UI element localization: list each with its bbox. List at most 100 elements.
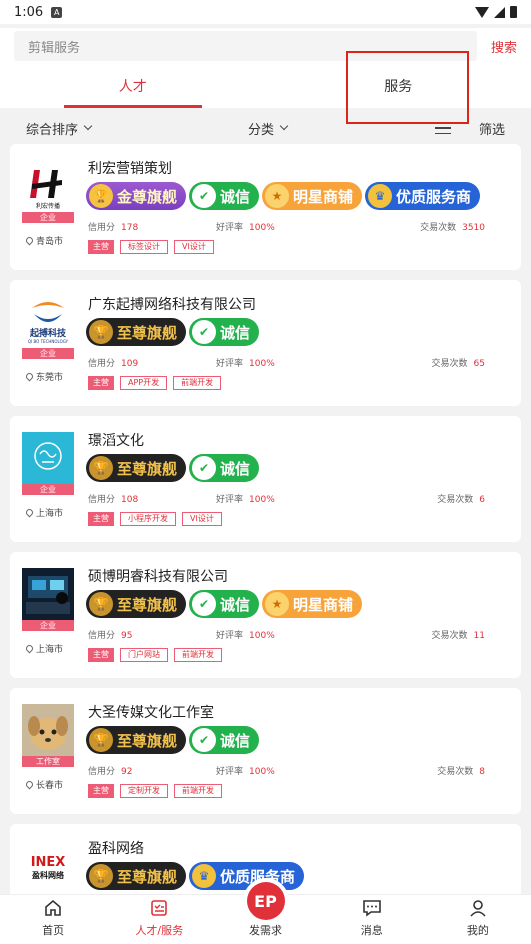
- chengxin-badge: ✔ 诚信: [189, 590, 260, 618]
- user-icon: [468, 898, 488, 918]
- sort-dropdown[interactable]: 综合排序: [26, 119, 93, 138]
- trophy-icon: 🏆: [89, 320, 113, 344]
- wifi-icon: [475, 6, 489, 18]
- skill-tag: 前端开发: [173, 376, 222, 390]
- checklist-icon: [149, 898, 169, 918]
- talent-card[interactable]: 利宏传播 企业 青岛市 利宏营销策划 🏆 金尊旗舰 ✔ 诚信 ★ 明星商铺 ♛ 优质服务…: [10, 144, 521, 270]
- filter-button[interactable]: 筛选: [479, 119, 505, 138]
- company-name: 盈科网络: [88, 841, 144, 857]
- company-name: 广东起搏网络科技有限公司: [88, 297, 256, 313]
- list-view-icon[interactable]: [434, 122, 451, 134]
- mingxing-badge: ★ 明星商铺: [262, 590, 363, 618]
- city-label: 长春市: [24, 778, 63, 791]
- location-icon: [24, 371, 35, 382]
- type-tag: 企业: [22, 484, 74, 495]
- nav-profile-label: 我的: [466, 924, 489, 937]
- svg-text:QI BO TECHNOLOGY: QI BO TECHNOLOGY: [28, 339, 69, 344]
- nav-messages[interactable]: 消息: [319, 895, 425, 944]
- skill-tag: VI设计: [182, 512, 222, 526]
- nav-profile[interactable]: 我的: [425, 895, 531, 944]
- company-name: 硕博明睿科技有限公司: [88, 569, 228, 585]
- nav-talent-service[interactable]: 人才/服务: [106, 895, 212, 944]
- status-bar: 1:06 A: [0, 0, 531, 24]
- search-bar: 剪辑服务 搜索: [0, 28, 531, 64]
- location-icon: [24, 507, 35, 518]
- nav-home[interactable]: 首页: [0, 895, 106, 944]
- city-label: 东莞市: [24, 370, 63, 383]
- svg-text:INEX: INEX: [31, 855, 66, 870]
- type-tag: 企业: [22, 212, 74, 223]
- bottom-nav: 首页 人才/服务 EP 发需求 消息 我的: [0, 882, 531, 944]
- trophy-icon: 🏆: [89, 592, 113, 616]
- jinzun-badge: 🏆 金尊旗舰: [86, 182, 187, 210]
- battery-icon: [510, 6, 517, 18]
- company-logo: 利宏传播: [22, 160, 74, 212]
- trophy-icon: 🏆: [89, 728, 113, 752]
- talent-card[interactable]: 企业 上海市 璟滔文化 🏆 至尊旗舰 ✔ 诚信 信用分 108 好评率 100% 交易次…: [10, 416, 521, 542]
- youzhi-badge: ♛ 优质服务商: [189, 862, 305, 890]
- signal-icon: [494, 6, 505, 18]
- nav-messages-label: 消息: [360, 924, 383, 937]
- type-tag: 企业: [22, 620, 74, 631]
- svg-text:盈科网络: 盈科网络: [31, 870, 64, 880]
- skill-tag: 前端开发: [174, 784, 222, 798]
- svg-text:利宏传播: 利宏传播: [36, 202, 60, 210]
- ep-logo-icon: EP: [246, 882, 285, 920]
- filter-bar: 综合排序 分类 筛选: [0, 108, 531, 148]
- search-button[interactable]: 搜索: [491, 37, 517, 56]
- tag-row: 主营 定制开发 前端开发: [88, 784, 222, 798]
- skill-tag: 门户网站: [120, 648, 168, 662]
- type-tag: 企业: [22, 348, 74, 359]
- shield-check-icon: ✔: [192, 728, 217, 752]
- category-dropdown[interactable]: 分类: [248, 119, 289, 138]
- skill-tag: APP开发: [120, 376, 168, 390]
- company-logo: 起搏科技 QI BO TECHNOLOGY: [22, 296, 74, 348]
- company-logo: [22, 704, 74, 756]
- location-icon: [24, 235, 35, 246]
- tag-row: 主营 APP开发 前端开发: [88, 376, 222, 390]
- tag-row: 主营 小程序开发 VI设计: [88, 512, 222, 526]
- company-logo: [22, 568, 74, 620]
- nav-home-label: 首页: [42, 924, 65, 937]
- tag-row: 主营 标签设计 VI设计: [88, 240, 214, 254]
- type-tag: 工作室: [22, 756, 74, 767]
- talent-card[interactable]: 企业 上海市 硕博明睿科技有限公司 🏆 至尊旗舰 ✔ 诚信 ★ 明星商铺 信用分 95 …: [10, 552, 521, 678]
- talent-card[interactable]: 起搏科技 QI BO TECHNOLOGY 企业 东莞市 广东起搏网络科技有限公…: [10, 280, 521, 406]
- badge-row: 🏆 至尊旗舰 ✔ 诚信: [86, 454, 260, 482]
- location-icon: [24, 779, 35, 790]
- company-logo: [22, 432, 74, 484]
- trophy-icon: 🏆: [89, 864, 113, 888]
- main-tag: 主营: [88, 648, 114, 662]
- talent-card[interactable]: 工作室 长春市 大圣传媒文化工作室 🏆 至尊旗舰 ✔ 诚信 信用分 92 好评率 100…: [10, 688, 521, 814]
- search-input[interactable]: 剪辑服务: [14, 31, 477, 61]
- zhizun-badge: 🏆 至尊旗舰: [86, 862, 187, 890]
- stats-row: 信用分 95 好评率 100% 交易次数 11: [88, 631, 485, 641]
- main-tag: 主营: [88, 784, 114, 798]
- shield-check-icon: ✔: [192, 184, 217, 208]
- zhizun-badge: 🏆 至尊旗舰: [86, 590, 187, 618]
- svg-text:起搏科技: 起搏科技: [29, 327, 67, 339]
- company-name: 璟滔文化: [88, 433, 144, 449]
- shield-check-icon: ✔: [192, 320, 217, 344]
- category-label: 分类: [248, 122, 275, 138]
- badge-row: 🏆 金尊旗舰 ✔ 诚信 ★ 明星商铺 ♛ 优质服务商: [86, 182, 481, 210]
- tab-bar: 人才 服务: [0, 64, 531, 108]
- badge-row: 🏆 至尊旗舰 ✔ 诚信: [86, 318, 260, 346]
- nav-post-demand[interactable]: EP 发需求: [212, 882, 318, 944]
- chengxin-badge: ✔ 诚信: [189, 454, 260, 482]
- star-icon: ★: [265, 592, 290, 616]
- tab-service[interactable]: 服务: [266, 64, 531, 108]
- skill-tag: 标签设计: [120, 240, 168, 254]
- company-logo: INEX 盈科网络: [22, 840, 74, 892]
- zhizun-badge: 🏆 至尊旗舰: [86, 726, 187, 754]
- skill-tag: VI设计: [174, 240, 214, 254]
- stats-row: 信用分 178 好评率 100% 交易次数 3510: [88, 223, 485, 233]
- nav-post-demand-label: 发需求: [249, 924, 282, 937]
- chengxin-badge: ✔ 诚信: [189, 726, 260, 754]
- skill-tag: 小程序开发: [120, 512, 176, 526]
- main-tag: 主营: [88, 512, 114, 526]
- crown-icon: ♛: [192, 864, 217, 888]
- skill-tag: 前端开发: [174, 648, 222, 662]
- tab-talent[interactable]: 人才: [0, 64, 266, 108]
- stats-row: 信用分 108 好评率 100% 交易次数 6: [88, 495, 485, 505]
